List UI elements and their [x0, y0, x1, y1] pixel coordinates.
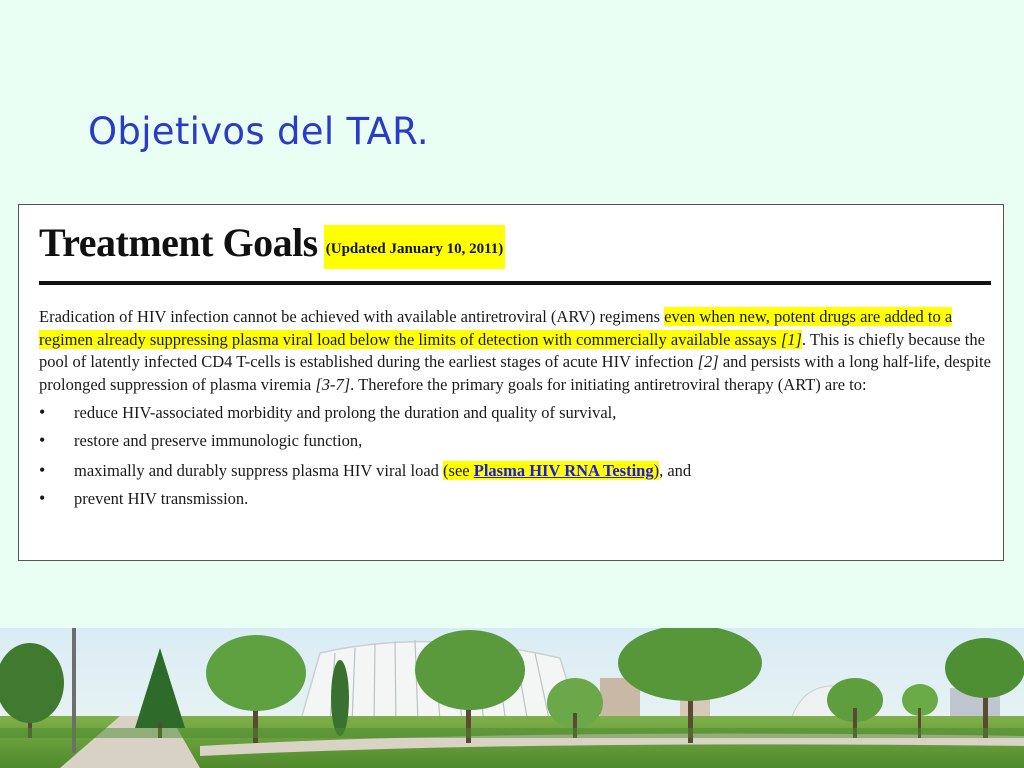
reference-2: [2] [697, 352, 719, 372]
reference-3-7: [3-7] [315, 374, 351, 394]
highlighted-text: (see Plasma HIV RNA Testing) [443, 461, 660, 481]
heading-divider [39, 281, 991, 285]
goals-list: reduce HIV-associated morbidity and prol… [39, 401, 995, 511]
shrubs [0, 728, 1024, 738]
paragraph-text: . Therefore the primary goals for initia… [350, 374, 867, 394]
park-photo [0, 628, 1024, 768]
goal-text: , and [659, 461, 692, 481]
list-item: reduce HIV-associated morbidity and prol… [39, 401, 995, 430]
heading-title: Treatment Goals [39, 220, 318, 265]
intro-paragraph: Eradication of HIV infection cannot be a… [39, 306, 995, 396]
slide-title: Objetivos del TAR. [88, 110, 429, 153]
goal-text: restore and preserve immunologic functio… [74, 431, 363, 451]
reference-1: [1] [780, 329, 802, 349]
updated-date-badge: (Updated January 10, 2011) [323, 225, 506, 269]
document-body: Eradication of HIV infection cannot be a… [39, 306, 995, 511]
paren-open: (see [443, 461, 474, 481]
document-screenshot: Treatment Goals (Updated January 10, 2011… [18, 204, 1004, 561]
list-item: prevent HIV transmission. [39, 487, 995, 511]
goal-text: prevent HIV transmission. [74, 489, 249, 509]
goal-text: reduce HIV-associated morbidity and prol… [74, 403, 617, 423]
list-item: maximally and durably suppress plasma HI… [39, 459, 995, 488]
list-item: restore and preserve immunologic functio… [39, 429, 995, 460]
paragraph-text: Eradication of HIV infection cannot be a… [39, 307, 665, 326]
tree-icon [331, 660, 349, 736]
goal-text: maximally and durably suppress plasma HI… [74, 461, 444, 481]
document-heading: Treatment Goals (Updated January 10, 2011… [39, 219, 506, 269]
plasma-hiv-rna-testing-link[interactable]: Plasma HIV RNA Testing [474, 461, 654, 480]
